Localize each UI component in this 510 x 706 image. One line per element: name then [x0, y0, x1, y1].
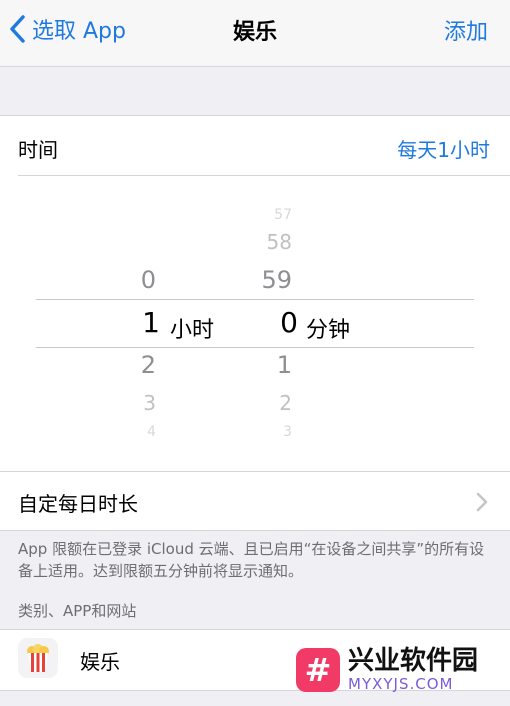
hour-option[interactable]: 0: [116, 266, 156, 294]
hour-option[interactable]: 4: [116, 424, 156, 440]
watermark: # 兴业软件园 MYXYJS.COM: [296, 641, 510, 699]
hour-option[interactable]: 3: [116, 391, 156, 415]
section-header: 类别、APP和网站: [18, 602, 137, 620]
back-button[interactable]: 选取 App: [8, 12, 126, 46]
hour-option[interactable]: 2: [116, 351, 156, 379]
time-label: 时间: [18, 138, 58, 162]
time-section: 时间 每天1小时 0 1 小时 2 3 4 57 58 59 0 分钟 1 2 …: [0, 115, 510, 473]
watermark-text: 兴业软件园 MYXYJS.COM: [348, 647, 478, 693]
watermark-line1: 兴业软件园: [348, 646, 479, 676]
category-name: 娱乐: [80, 650, 120, 674]
custom-daily-duration-row[interactable]: 自定每日时长: [0, 471, 510, 531]
minute-selected[interactable]: 0: [258, 306, 298, 339]
time-value[interactable]: 每天1小时: [397, 134, 490, 163]
add-button[interactable]: 添加: [444, 14, 488, 46]
popcorn-icon: [18, 638, 58, 678]
minute-option[interactable]: 1: [252, 351, 292, 379]
minute-option[interactable]: 2: [252, 391, 292, 415]
custom-daily-duration-label: 自定每日时长: [18, 492, 138, 516]
limit-footnote: App 限额在已登录 iCloud 云端、且已启用“在设备之间共享”的所有设备上…: [18, 540, 485, 580]
minute-unit: 分钟: [306, 318, 351, 343]
picker-selection-top: [36, 299, 474, 300]
hour-selected[interactable]: 1: [120, 306, 160, 339]
back-button-label: 选取 App: [32, 19, 126, 44]
minute-option[interactable]: 57: [252, 207, 292, 223]
hour-unit: 小时: [170, 318, 215, 343]
hash-icon: #: [296, 648, 340, 692]
time-picker[interactable]: 0 1 小时 2 3 4 57 58 59 0 分钟 1 2 3: [0, 176, 510, 472]
minute-option[interactable]: 59: [252, 266, 292, 294]
watermark-line2: MYXYJS.COM: [348, 675, 454, 693]
chevron-left-icon: [10, 15, 25, 43]
chevron-right-icon: [476, 492, 488, 512]
picker-selection-bottom: [36, 347, 474, 348]
minute-option[interactable]: 58: [252, 230, 292, 254]
navigation-bar: 选取 App 娱乐 添加: [0, 0, 510, 67]
minute-option[interactable]: 3: [252, 424, 292, 440]
